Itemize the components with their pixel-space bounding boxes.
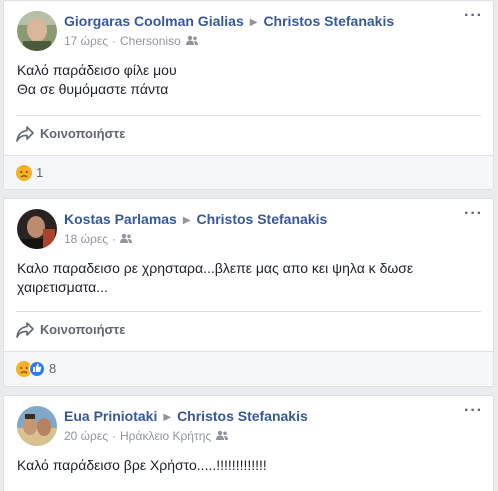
post-meta: 17 ώρες · Chersoniso bbox=[64, 34, 198, 48]
share-button[interactable]: Κοινοποιήστε bbox=[16, 311, 481, 347]
arrow-right-icon: ▶ bbox=[182, 215, 191, 226]
post-card: Kostas Parlamas ▶ Christos Stefanakis 18 ώ… bbox=[3, 198, 494, 387]
arrow-right-icon: ▶ bbox=[249, 17, 258, 28]
post-header: Kostas Parlamas ▶ Christos Stefanakis 18 ώ… bbox=[4, 199, 493, 255]
post-text-line: Θα σε θυμόμαστε πάντα bbox=[17, 81, 169, 97]
author-link[interactable]: Kostas Parlamas bbox=[64, 211, 177, 227]
post-text-line: Καλό παράδεισο φίλε μου bbox=[17, 62, 177, 78]
author-link[interactable]: Giorgaras Coolman Gialias bbox=[64, 13, 244, 29]
post-text-line: χαιρετισματα... bbox=[17, 279, 108, 295]
share-arrow-icon bbox=[16, 125, 34, 142]
author-link[interactable]: Eua Priniotaki bbox=[64, 408, 157, 424]
more-options-icon[interactable]: ··· bbox=[464, 7, 483, 25]
post-text-line: Καλό παράδεισο βρε Χρήστο.....!!!!!!!!!!… bbox=[17, 457, 267, 473]
avatar[interactable] bbox=[17, 209, 57, 249]
avatar[interactable] bbox=[17, 11, 57, 51]
like-reaction-icon bbox=[29, 360, 45, 377]
timestamp[interactable]: 17 ώρες bbox=[64, 34, 108, 48]
post-card: Giorgaras Coolman Gialias ▶ Christos Stefa… bbox=[3, 0, 494, 190]
post-card: Eua Priniotaki ▶ Christos Stefanakis 20 ώρ… bbox=[3, 395, 494, 491]
reaction-count[interactable]: 8 bbox=[49, 361, 56, 376]
post-meta: 20 ώρες · Ηράκλειο Κρήτης bbox=[64, 429, 229, 443]
reaction-count[interactable]: 1 bbox=[36, 165, 43, 180]
more-options-icon[interactable]: ··· bbox=[464, 205, 483, 223]
avatar[interactable] bbox=[17, 406, 57, 446]
location-link[interactable]: Ηράκλειο Κρήτης bbox=[120, 429, 211, 443]
target-link[interactable]: Christos Stefanakis bbox=[177, 408, 308, 424]
post-text: Καλό παράδεισο φίλε μου Θα σε θυμόμαστε … bbox=[4, 57, 493, 99]
reactions-bar[interactable]: 8 bbox=[4, 351, 493, 385]
location-link[interactable]: Chersoniso bbox=[120, 34, 181, 48]
more-options-icon[interactable]: ··· bbox=[464, 402, 483, 420]
timestamp[interactable]: 18 ώρες bbox=[64, 232, 108, 246]
timestamp[interactable]: 20 ώρες bbox=[64, 429, 108, 443]
post-meta: 18 ώρες · bbox=[64, 232, 133, 246]
post-names: Kostas Parlamas ▶ Christos Stefanakis bbox=[64, 211, 327, 227]
share-arrow-icon bbox=[16, 321, 34, 338]
share-button[interactable]: Κοινοποιήστε bbox=[16, 115, 481, 151]
sad-reaction-icon bbox=[16, 164, 32, 181]
post-names: Giorgaras Coolman Gialias ▶ Christos Stefa… bbox=[64, 13, 394, 29]
share-label: Κοινοποιήστε bbox=[40, 126, 126, 141]
share-label: Κοινοποιήστε bbox=[40, 322, 126, 337]
arrow-right-icon: ▶ bbox=[163, 412, 172, 423]
post-header: Eua Priniotaki ▶ Christos Stefanakis 20 ώρ… bbox=[4, 396, 493, 452]
post-text: Καλό παράδεισο βρε Χρήστο.....!!!!!!!!!!… bbox=[4, 452, 493, 475]
post-text: Καλο παραδεισο ρε χρησταρα...βλεπε μας α… bbox=[4, 255, 493, 297]
post-text-line: Καλο παραδεισο ρε χρησταρα...βλεπε μας α… bbox=[17, 260, 414, 276]
friends-icon[interactable] bbox=[185, 34, 198, 48]
reactions-bar[interactable]: 1 bbox=[4, 155, 493, 189]
friends-icon[interactable] bbox=[216, 429, 229, 443]
post-names: Eua Priniotaki ▶ Christos Stefanakis bbox=[64, 408, 308, 424]
post-header: Giorgaras Coolman Gialias ▶ Christos Stefa… bbox=[4, 1, 493, 57]
target-link[interactable]: Christos Stefanakis bbox=[197, 211, 328, 227]
target-link[interactable]: Christos Stefanakis bbox=[263, 13, 394, 29]
friends-icon[interactable] bbox=[120, 232, 133, 246]
